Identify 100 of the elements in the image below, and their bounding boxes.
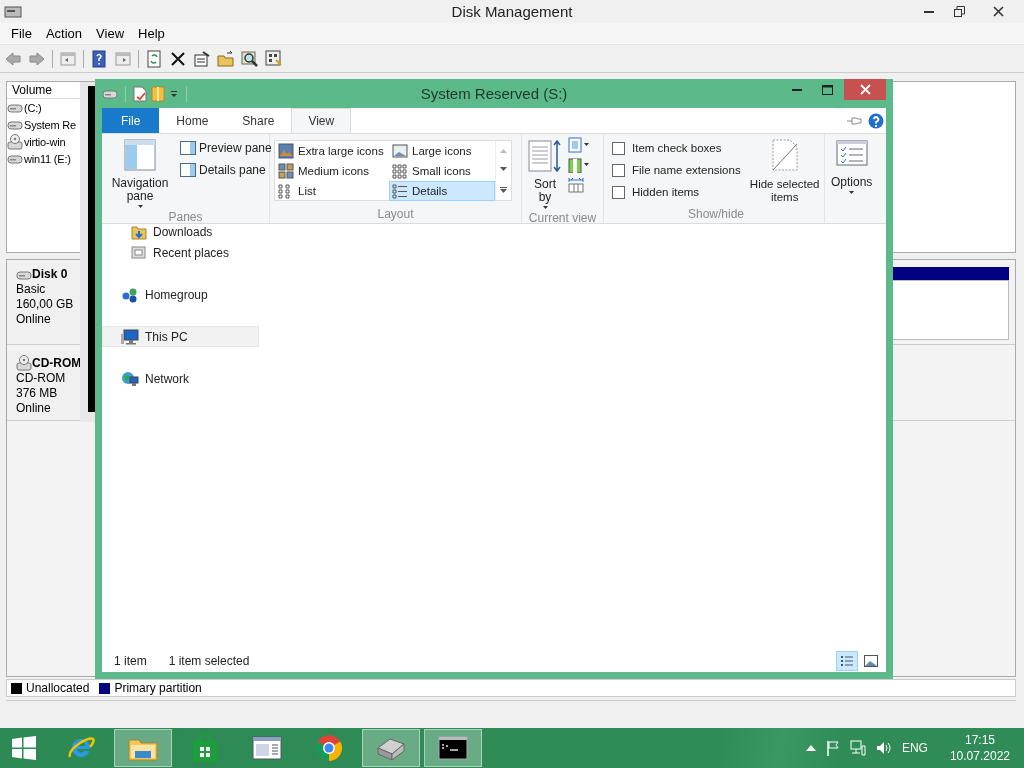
minimize-icon [924,10,934,13]
disk-info: 160,00 GB [16,297,71,312]
layout-option[interactable]: List [275,181,389,201]
refresh-icon[interactable] [145,49,163,68]
preview-pane-icon [180,140,196,156]
volume-name[interactable]: System Re [24,118,76,131]
network-icon[interactable] [849,740,866,756]
show-hidden-icons-icon[interactable] [805,745,816,751]
legend-label: Primary partition [114,681,202,695]
group-label: Show/hide [686,207,745,223]
pane-button[interactable]: Preview pane [178,137,274,159]
taskbar-button[interactable] [424,729,482,767]
nav-item[interactable]: Homegroup [102,284,259,305]
folder-icon[interactable] [217,49,235,68]
menu-item[interactable]: View [89,24,132,43]
magnifier-icon[interactable] [241,49,259,68]
folder-icon[interactable] [151,85,165,102]
details-view-button[interactable] [836,651,858,671]
menu-item[interactable]: Action [38,24,90,43]
layout-option[interactable]: Medium icons [275,161,389,181]
drive-icon [7,152,23,165]
start-icon[interactable] [11,735,37,761]
sort-icon [528,139,562,175]
layout-option[interactable]: Details [389,181,495,201]
window-title: System Reserved (S:) [420,85,568,102]
group-label: Current view [527,211,598,225]
scroll-down-icon[interactable] [500,167,507,173]
document-window-icon[interactable] [252,735,282,761]
layout-option[interactable]: Large icons [389,141,495,161]
size-columns-icon[interactable] [568,177,584,193]
console-icon[interactable] [438,736,468,760]
checkbox-label: Hidden items [632,186,700,198]
add-columns-icon[interactable] [568,157,590,173]
back-arrow-icon[interactable] [4,49,22,68]
navigation-pane-button[interactable]: Navigation pane [106,137,174,210]
restore-icon [953,6,965,17]
medium-icons-icon [278,163,294,179]
cd-drive-icon [7,133,23,150]
pane-button[interactable]: Details pane [178,159,274,181]
ribbon-tab[interactable]: Home [159,108,226,133]
dropdown-arrow-icon [137,205,143,208]
group-label: Panes [167,210,204,224]
computer-icon [121,328,139,345]
checkbox[interactable] [612,163,625,177]
grid-icon[interactable] [265,49,283,68]
properties-icon[interactable] [193,49,211,68]
dropdown-icon[interactable] [169,88,179,99]
layout-option[interactable]: Small icons [389,161,495,181]
cd-drive-icon [16,355,32,371]
large-icons-view-icon [864,655,878,667]
volume-name[interactable]: (C:) [24,101,42,114]
document-icon[interactable] [133,85,147,102]
drive-icon [102,87,118,100]
close-icon [859,84,871,95]
ribbon-tab[interactable]: View [291,108,352,133]
options-button[interactable]: Options [829,137,875,223]
shopping-bag-icon[interactable] [191,733,219,763]
forward-arrow-icon[interactable] [28,49,46,68]
extra-large-icons-icon [278,143,294,159]
nav-item[interactable]: Network [102,368,259,389]
hide-selected-items-button[interactable]: Hide selected items [744,137,825,207]
expand-icon[interactable] [500,186,507,193]
network-icon [121,370,139,387]
delete-icon[interactable] [169,49,187,68]
legend-label: Unallocated [26,681,90,695]
disk-drive-icon [4,3,22,20]
volume-name[interactable]: win11 (E:) [24,152,71,165]
pin-icon[interactable] [846,115,862,126]
maximize-icon [821,84,833,95]
close-button[interactable] [844,79,886,100]
drive-icon [7,101,23,114]
drive-icon [7,118,23,131]
disk-info: Online [16,312,52,327]
sort-by-button[interactable]: Sort by [526,137,564,211]
clock[interactable]: 17:15 10.07.2022 [949,732,1010,764]
ribbon-tab[interactable]: File [102,108,160,133]
status-text: 1 item [114,654,147,668]
nav-item[interactable]: Downloads [102,221,259,242]
volume-name[interactable]: virtio-win [24,135,66,148]
language-indicator[interactable]: ENG [901,741,928,755]
checkbox[interactable] [612,141,625,155]
checkbox[interactable] [612,185,625,199]
volume-icon[interactable] [875,740,892,756]
menu-item[interactable]: File [4,24,39,43]
options-icon [835,139,868,169]
disk-name: CD-ROM [32,355,82,371]
menu-item[interactable]: Help [131,24,172,43]
group-by-icon[interactable] [568,137,590,153]
layout-option[interactable]: Extra large icons [275,141,389,161]
help-icon[interactable] [868,112,884,129]
ribbon-tab[interactable]: Share [225,108,292,133]
small-icons-icon [392,163,408,179]
details-icon [392,183,408,199]
column-header: Volume [12,83,53,97]
flag-icon[interactable] [825,740,840,756]
help-icon[interactable] [90,49,108,68]
dropdown-arrow-icon [542,206,548,209]
nav-item[interactable]: This PC [102,326,259,347]
chrome-icon[interactable] [314,733,344,763]
nav-item[interactable]: Recent places [102,242,259,263]
